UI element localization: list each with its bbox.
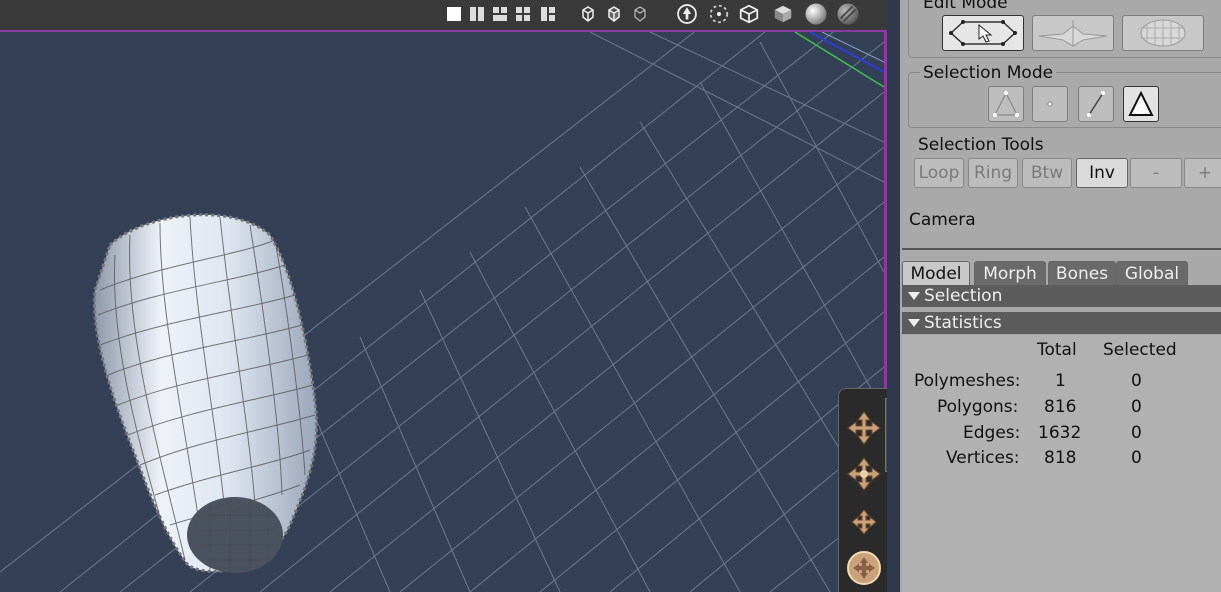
polygon-select-icon: [1128, 90, 1154, 116]
ring-button[interactable]: Ring: [968, 158, 1018, 188]
morph-edit-button[interactable]: [1122, 15, 1204, 51]
polygon-select-button[interactable]: [1123, 86, 1159, 122]
stats-header-selected: Selected: [1103, 340, 1177, 360]
camera-navigation-widget: [838, 388, 887, 592]
viewport-toolbar: [0, 0, 887, 32]
selection-section-header[interactable]: Selection: [902, 285, 1221, 307]
shrink-button[interactable]: -: [1130, 158, 1182, 188]
edge-select-button[interactable]: [1078, 86, 1114, 122]
stat-selected-edges: 0: [1131, 423, 1142, 443]
stat-total-vertices: 818: [1044, 448, 1077, 468]
stat-selected-polymeshes: 0: [1131, 371, 1142, 391]
hidden-line-shape-icon[interactable]: [630, 6, 650, 22]
nav-widget-handle[interactable]: [885, 398, 887, 472]
3d-viewport[interactable]: [0, 0, 887, 592]
smooth-sphere-icon[interactable]: [804, 2, 828, 26]
collapse-triangle-icon: [908, 319, 920, 327]
stat-total-polygons: 816: [1044, 397, 1077, 417]
shaded-wire-shape-icon[interactable]: [604, 6, 624, 22]
point-select-icon: [1047, 101, 1053, 107]
trackball-icon[interactable]: [845, 549, 883, 587]
wireframe-shape-icon[interactable]: [578, 6, 598, 22]
camera-label: Camera: [909, 210, 976, 230]
stat-label-polymeshes: Polymeshes:: [914, 371, 1021, 391]
bone-edit-icon: [1038, 20, 1108, 47]
cylinder-mesh: [92, 213, 319, 573]
tab-bones[interactable]: Bones: [1048, 261, 1116, 286]
collapse-triangle-icon: [908, 292, 920, 300]
tab-model[interactable]: Model: [902, 261, 970, 286]
stats-header-total: Total: [1037, 340, 1077, 360]
normal-icon[interactable]: [676, 3, 698, 25]
vertex-icon[interactable]: [708, 3, 730, 25]
tab-morph[interactable]: Morph: [974, 261, 1046, 286]
stat-total-polymeshes: 1: [1055, 371, 1066, 391]
textured-sphere-icon[interactable]: [836, 2, 860, 26]
statistics-section-header[interactable]: Statistics: [902, 312, 1221, 334]
stat-label-vertices: Vertices:: [946, 448, 1020, 468]
three-view-icon[interactable]: [492, 6, 508, 22]
grow-button[interactable]: +: [1184, 158, 1221, 188]
invert-button[interactable]: Inv: [1076, 158, 1128, 188]
between-button[interactable]: Btw: [1022, 158, 1072, 188]
stat-selected-polygons: 0: [1131, 397, 1142, 417]
move-y-icon[interactable]: [845, 455, 883, 493]
edge-select-icon: [1087, 91, 1105, 117]
selection-mode-title: Selection Mode: [920, 64, 1057, 82]
stat-label-edges: Edges:: [963, 423, 1021, 443]
edit-mode-title: Edit Mode: [920, 0, 1011, 12]
select-edit-icon: [949, 20, 1017, 46]
move-xz-icon[interactable]: [845, 409, 883, 447]
properties-panel: Edit Mode Selection Mode Selection Tools…: [900, 0, 1221, 592]
selection-section-label: Selection: [924, 286, 1003, 306]
two-view-icon[interactable]: [469, 6, 485, 22]
stat-selected-vertices: 0: [1131, 448, 1142, 468]
bone-edit-button[interactable]: [1032, 15, 1114, 51]
vertex-select-icon: [993, 91, 1019, 117]
select-edit-button[interactable]: [942, 15, 1024, 51]
morph-edit-icon: [1140, 19, 1186, 47]
single-view-icon[interactable]: [446, 6, 462, 22]
divider: [902, 248, 1221, 250]
point-select-button[interactable]: [1032, 86, 1068, 122]
four-view-icon[interactable]: [515, 6, 531, 22]
vertex-select-button[interactable]: [988, 86, 1024, 122]
stat-total-edges: 1632: [1038, 423, 1082, 443]
selection-tools-title: Selection Tools: [918, 135, 1044, 155]
split-view-icon[interactable]: [540, 6, 556, 22]
loop-button[interactable]: Loop: [914, 158, 964, 188]
tab-global[interactable]: Global: [1116, 261, 1188, 286]
statistics-section-label: Statistics: [924, 313, 1002, 333]
rotate-icon[interactable]: [845, 503, 883, 541]
solid-cube-icon[interactable]: [772, 3, 794, 25]
box-icon[interactable]: [738, 3, 760, 25]
stat-label-polygons: Polygons:: [937, 397, 1019, 417]
